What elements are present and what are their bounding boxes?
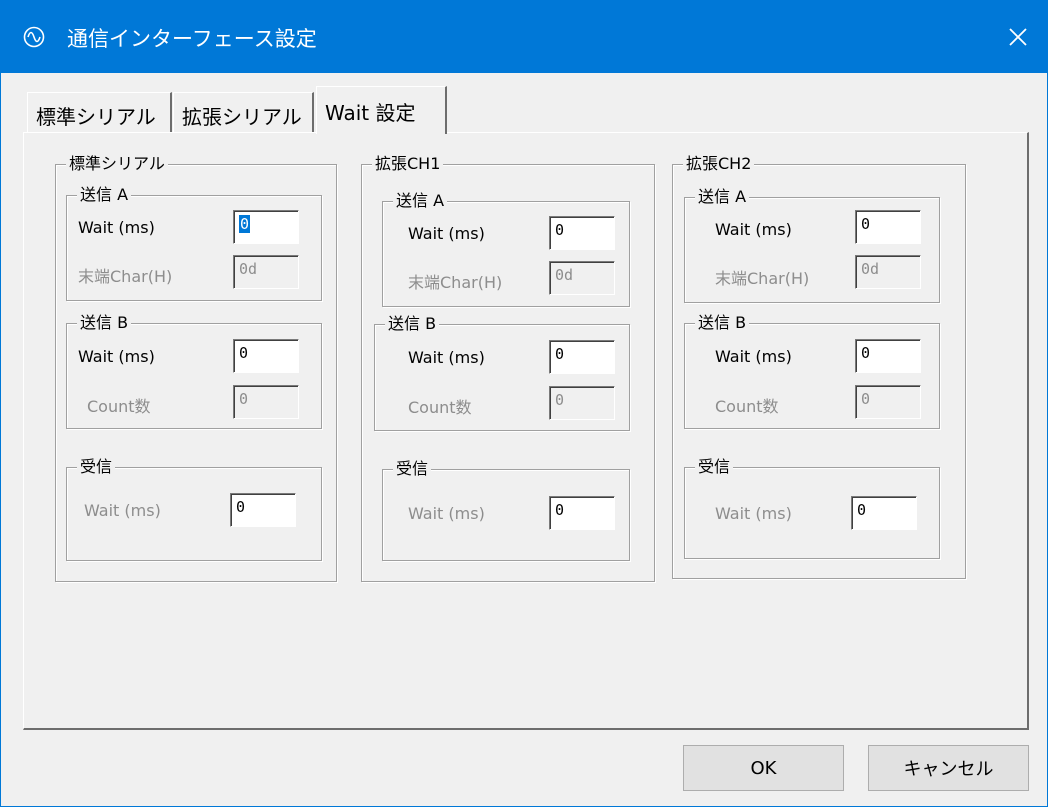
- receive-wait-input[interactable]: 0: [851, 496, 917, 530]
- group-label: 標準シリアル: [66, 154, 168, 174]
- send-a-wait-input[interactable]: 0: [855, 210, 921, 244]
- end-char-label: 末端Char(H): [408, 273, 503, 292]
- receive-wait-input[interactable]: 0: [230, 493, 296, 527]
- group-label: 受信: [695, 457, 734, 477]
- group-send-b: 送信 B Wait (ms) 0 Count数 0: [66, 313, 322, 429]
- count-label: Count数: [87, 397, 151, 416]
- send-a-wait-input[interactable]: 0: [549, 216, 615, 250]
- tab-label: Wait 設定: [325, 101, 416, 125]
- wait-label: Wait (ms): [408, 224, 485, 243]
- selected-text: 0: [239, 215, 251, 233]
- tab-label: 拡張シリアル: [182, 105, 302, 129]
- waveform-circle-icon: [23, 26, 45, 48]
- send-b-wait-input[interactable]: 0: [855, 339, 921, 373]
- send-b-count-input: 0: [855, 385, 921, 419]
- send-b-count-input: 0: [549, 386, 615, 420]
- tab-extended-serial[interactable]: 拡張シリアル: [173, 92, 314, 132]
- wait-label: Wait (ms): [408, 348, 485, 367]
- group-send-b: 送信 B Wait (ms) 0 Count数 0: [684, 313, 940, 429]
- group-label: 送信 B: [695, 313, 750, 333]
- title-bar[interactable]: 通信インターフェース設定: [1, 1, 1047, 73]
- group-receive: 受信 Wait (ms) 0: [382, 459, 630, 561]
- tab-panel-wait: 標準シリアル 送信 A Wait (ms) 0 末端Char(H) 0d 送信 …: [23, 132, 1029, 730]
- group-label: 受信: [77, 457, 116, 477]
- tab-wait-settings[interactable]: Wait 設定: [316, 86, 447, 134]
- send-a-end-char-input: 0d: [855, 255, 921, 289]
- send-a-wait-input[interactable]: 0: [233, 210, 299, 244]
- group-label: 送信 A: [77, 185, 132, 205]
- ok-button[interactable]: OK: [683, 745, 844, 791]
- group-label: 送信 B: [385, 314, 440, 334]
- group-receive: 受信 Wait (ms) 0: [66, 457, 322, 561]
- group-standard-serial: 標準シリアル 送信 A Wait (ms) 0 末端Char(H) 0d 送信 …: [55, 154, 337, 582]
- window-title: 通信インターフェース設定: [67, 27, 317, 51]
- send-a-end-char-input: 0d: [233, 255, 299, 289]
- send-b-wait-input[interactable]: 0: [549, 340, 615, 374]
- group-label: 送信 A: [695, 187, 750, 207]
- group-send-a: 送信 A Wait (ms) 0 末端Char(H) 0d: [382, 191, 630, 307]
- send-b-count-input: 0: [233, 385, 299, 419]
- receive-wait-input[interactable]: 0: [549, 496, 615, 530]
- close-x-icon: [1009, 28, 1027, 46]
- wait-label: Wait (ms): [78, 347, 155, 366]
- group-send-a: 送信 A Wait (ms) 0 末端Char(H) 0d: [66, 185, 322, 301]
- wait-label: Wait (ms): [84, 501, 161, 520]
- group-label: 拡張CH2: [683, 154, 755, 174]
- group-receive: 受信 Wait (ms) 0: [684, 457, 940, 559]
- wait-label: Wait (ms): [715, 504, 792, 523]
- count-label: Count数: [715, 397, 779, 416]
- group-send-a: 送信 A Wait (ms) 0 末端Char(H) 0d: [684, 187, 940, 303]
- wait-label: Wait (ms): [715, 220, 792, 239]
- wait-label: Wait (ms): [715, 347, 792, 366]
- send-a-end-char-input: 0d: [549, 261, 615, 295]
- end-char-label: 末端Char(H): [78, 267, 173, 286]
- wait-label: Wait (ms): [408, 504, 485, 523]
- group-send-b: 送信 B Wait (ms) 0 Count数 0: [374, 314, 630, 431]
- group-label: 拡張CH1: [372, 154, 444, 174]
- group-extended-ch2: 拡張CH2 送信 A Wait (ms) 0 末端Char(H) 0d 送信 B…: [672, 154, 966, 579]
- dialog-window: 通信インターフェース設定 標準シリアル 拡張シリアル Wait 設定 標準シリア…: [0, 0, 1048, 807]
- count-label: Count数: [408, 398, 472, 417]
- tab-standard-serial[interactable]: 標準シリアル: [27, 92, 172, 132]
- send-b-wait-input[interactable]: 0: [233, 339, 299, 373]
- group-label: 送信 A: [393, 191, 448, 211]
- group-extended-ch1: 拡張CH1 送信 A Wait (ms) 0 末端Char(H) 0d 送信 B…: [361, 154, 655, 582]
- cancel-button[interactable]: キャンセル: [868, 745, 1029, 791]
- close-button[interactable]: [989, 1, 1047, 73]
- tab-label: 標準シリアル: [36, 105, 156, 129]
- group-label: 送信 B: [77, 313, 132, 333]
- end-char-label: 末端Char(H): [715, 269, 810, 288]
- group-label: 受信: [393, 459, 432, 479]
- wait-label: Wait (ms): [78, 218, 155, 237]
